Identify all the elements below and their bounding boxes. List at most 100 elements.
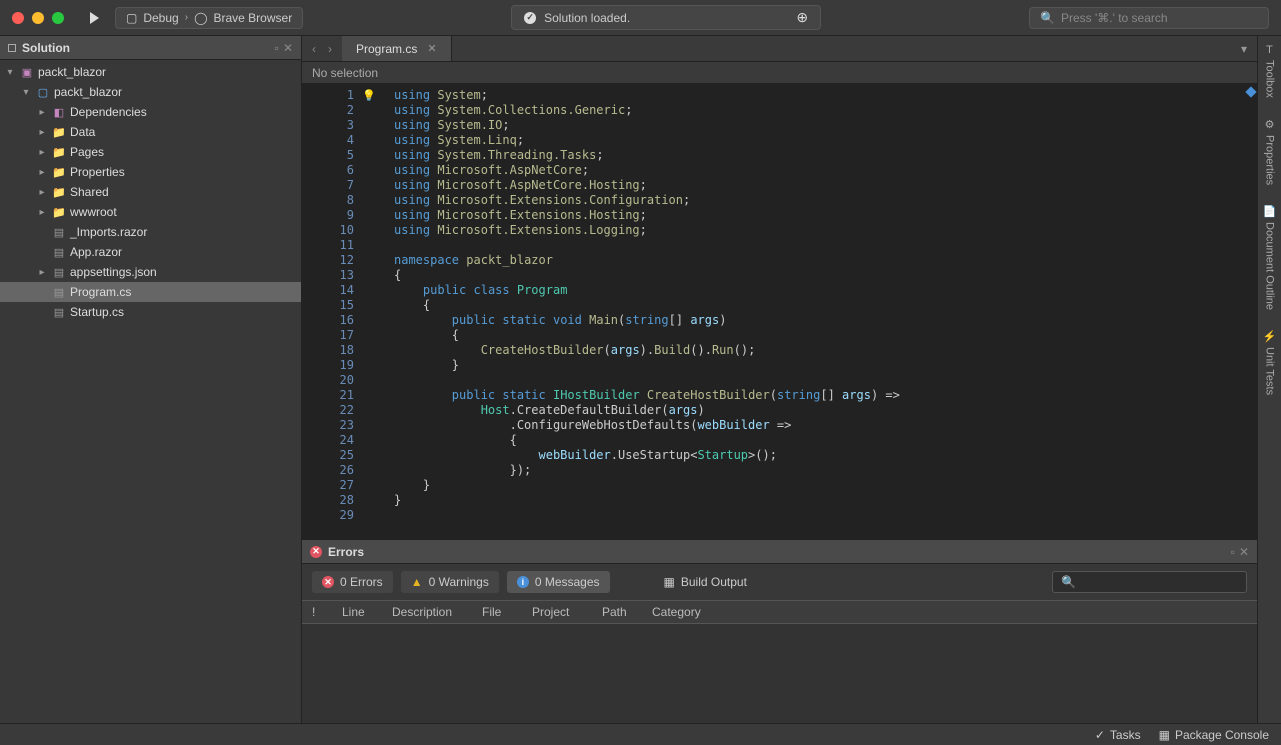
panel-close-icon[interactable]: ✕: [1239, 545, 1249, 559]
panel-dock-icon[interactable]: ▫: [1231, 545, 1235, 559]
errors-col-header[interactable]: Project: [522, 605, 592, 619]
rail-unit-tests[interactable]: ⚡Unit Tests: [1263, 330, 1277, 395]
chevron-right-icon[interactable]: ▸: [36, 127, 48, 138]
tree-item[interactable]: ▸▤Startup.cs: [0, 302, 301, 322]
errors-col-header[interactable]: File: [472, 605, 522, 619]
glyph: [362, 103, 382, 118]
code-line[interactable]: public static void Main(string[] args): [394, 313, 900, 328]
code-line[interactable]: using System;: [394, 88, 900, 103]
main-area: Solution ▫ ✕ ▾▣packt_blazor▾▢packt_blazo…: [0, 36, 1281, 723]
code-line[interactable]: using Microsoft.Extensions.Hosting;: [394, 208, 900, 223]
code-line[interactable]: using System.Linq;: [394, 133, 900, 148]
tab-overflow[interactable]: ▾: [1231, 36, 1257, 61]
plus-icon[interactable]: ⊕: [796, 9, 808, 26]
code-line[interactable]: CreateHostBuilder(args).Build().Run();: [394, 343, 900, 358]
close-button[interactable]: [12, 12, 24, 24]
rail-document-outline[interactable]: 📄Document Outline: [1263, 205, 1277, 310]
tree-item[interactable]: ▾▣packt_blazor: [0, 62, 301, 82]
chevron-right-icon[interactable]: ▸: [36, 107, 48, 118]
tree-item[interactable]: ▸📁Data: [0, 122, 301, 142]
errors-col-header[interactable]: Description: [382, 605, 472, 619]
code-content[interactable]: using System;using System.Collections.Ge…: [382, 84, 900, 539]
glyph: [362, 403, 382, 418]
play-icon: [90, 12, 99, 24]
errors-search[interactable]: 🔍: [1052, 571, 1247, 593]
tasks-button[interactable]: ✓ Tasks: [1095, 728, 1141, 742]
panel-close-icon[interactable]: ✕: [283, 41, 293, 55]
code-line[interactable]: {: [394, 433, 900, 448]
tree-item[interactable]: ▸▤_Imports.razor: [0, 222, 301, 242]
errors-col-header[interactable]: !: [302, 605, 332, 619]
code-line[interactable]: .ConfigureWebHostDefaults(webBuilder =>: [394, 418, 900, 433]
rail-properties[interactable]: ⚙Properties: [1264, 118, 1276, 185]
errors-col-header[interactable]: Line: [332, 605, 382, 619]
package-console-button[interactable]: ▦ Package Console: [1159, 728, 1269, 742]
rail-toolbox[interactable]: TToolbox: [1264, 44, 1276, 98]
tree-item[interactable]: ▸📁Shared: [0, 182, 301, 202]
filter-warnings[interactable]: ▲ 0 Warnings: [401, 571, 499, 593]
browser-icon: ◯: [194, 11, 207, 25]
glyph: [362, 148, 382, 163]
code-line[interactable]: public static IHostBuilder CreateHostBui…: [394, 388, 900, 403]
chevron-right-icon[interactable]: ▸: [36, 167, 48, 178]
tab-program-cs[interactable]: Program.cs ✕: [342, 36, 452, 61]
close-tab-icon[interactable]: ✕: [427, 42, 436, 55]
chevron-right-icon: ›: [185, 12, 188, 23]
code-line[interactable]: using Microsoft.AspNetCore;: [394, 163, 900, 178]
code-line[interactable]: {: [394, 268, 900, 283]
code-line[interactable]: using Microsoft.AspNetCore.Hosting;: [394, 178, 900, 193]
code-line[interactable]: using System.Collections.Generic;: [394, 103, 900, 118]
chevron-right-icon[interactable]: ▸: [36, 207, 48, 218]
code-line[interactable]: webBuilder.UseStartup<Startup>();: [394, 448, 900, 463]
nav-forward-icon[interactable]: ›: [328, 42, 332, 56]
code-line[interactable]: }: [394, 493, 900, 508]
code-line[interactable]: Host.CreateDefaultBuilder(args): [394, 403, 900, 418]
nav-back-icon[interactable]: ‹: [312, 42, 316, 56]
code-line[interactable]: namespace packt_blazor: [394, 253, 900, 268]
breadcrumb-bar[interactable]: No selection: [302, 62, 1257, 84]
errors-col-header[interactable]: Path: [592, 605, 642, 619]
code-editor[interactable]: 1234567891011121314151617181920212223242…: [302, 84, 1257, 539]
global-search[interactable]: 🔍 Press '⌘.' to search: [1029, 7, 1269, 29]
code-line[interactable]: }: [394, 358, 900, 373]
tree-item[interactable]: ▸▤App.razor: [0, 242, 301, 262]
filter-errors[interactable]: ✕ 0 Errors: [312, 571, 393, 593]
chevron-right-icon[interactable]: ▸: [36, 187, 48, 198]
tree-item[interactable]: ▸📁Properties: [0, 162, 301, 182]
code-line[interactable]: });: [394, 463, 900, 478]
code-line[interactable]: }: [394, 478, 900, 493]
maximize-button[interactable]: [52, 12, 64, 24]
tree-item[interactable]: ▸📁Pages: [0, 142, 301, 162]
code-line[interactable]: [394, 238, 900, 253]
chevron-down-icon[interactable]: ▾: [4, 67, 16, 78]
code-line[interactable]: using System.Threading.Tasks;: [394, 148, 900, 163]
tree-label: _Imports.razor: [70, 225, 147, 239]
errors-col-header[interactable]: Category: [642, 605, 722, 619]
minimize-button[interactable]: [32, 12, 44, 24]
code-line[interactable]: using System.IO;: [394, 118, 900, 133]
tree-item[interactable]: ▸▤Program.cs: [0, 282, 301, 302]
build-output-button[interactable]: ▦ Build Output: [654, 571, 757, 593]
chevron-right-icon[interactable]: ▸: [36, 147, 48, 158]
tree-item[interactable]: ▸▤appsettings.json: [0, 262, 301, 282]
tree-item[interactable]: ▸◧Dependencies: [0, 102, 301, 122]
code-line[interactable]: using Microsoft.Extensions.Configuration…: [394, 193, 900, 208]
panel-dock-icon[interactable]: ▫: [275, 41, 279, 55]
code-line[interactable]: public class Program: [394, 283, 900, 298]
glyph: [362, 448, 382, 463]
solution-tree[interactable]: ▾▣packt_blazor▾▢packt_blazor▸◧Dependenci…: [0, 60, 301, 324]
run-config-selector[interactable]: ▢ Debug › ◯ Brave Browser: [115, 7, 303, 29]
run-button[interactable]: [82, 8, 107, 28]
tree-item[interactable]: ▸📁wwwroot: [0, 202, 301, 222]
filter-messages[interactable]: i 0 Messages: [507, 571, 610, 593]
code-line[interactable]: [394, 508, 900, 523]
code-line[interactable]: using Microsoft.Extensions.Logging;: [394, 223, 900, 238]
code-line[interactable]: {: [394, 298, 900, 313]
messages-count: 0 Messages: [535, 575, 600, 589]
code-line[interactable]: {: [394, 328, 900, 343]
tree-item[interactable]: ▾▢packt_blazor: [0, 82, 301, 102]
status-box[interactable]: ✓ Solution loaded. ⊕: [511, 5, 821, 30]
chevron-right-icon[interactable]: ▸: [36, 267, 48, 278]
chevron-down-icon[interactable]: ▾: [20, 87, 32, 98]
code-line[interactable]: [394, 373, 900, 388]
